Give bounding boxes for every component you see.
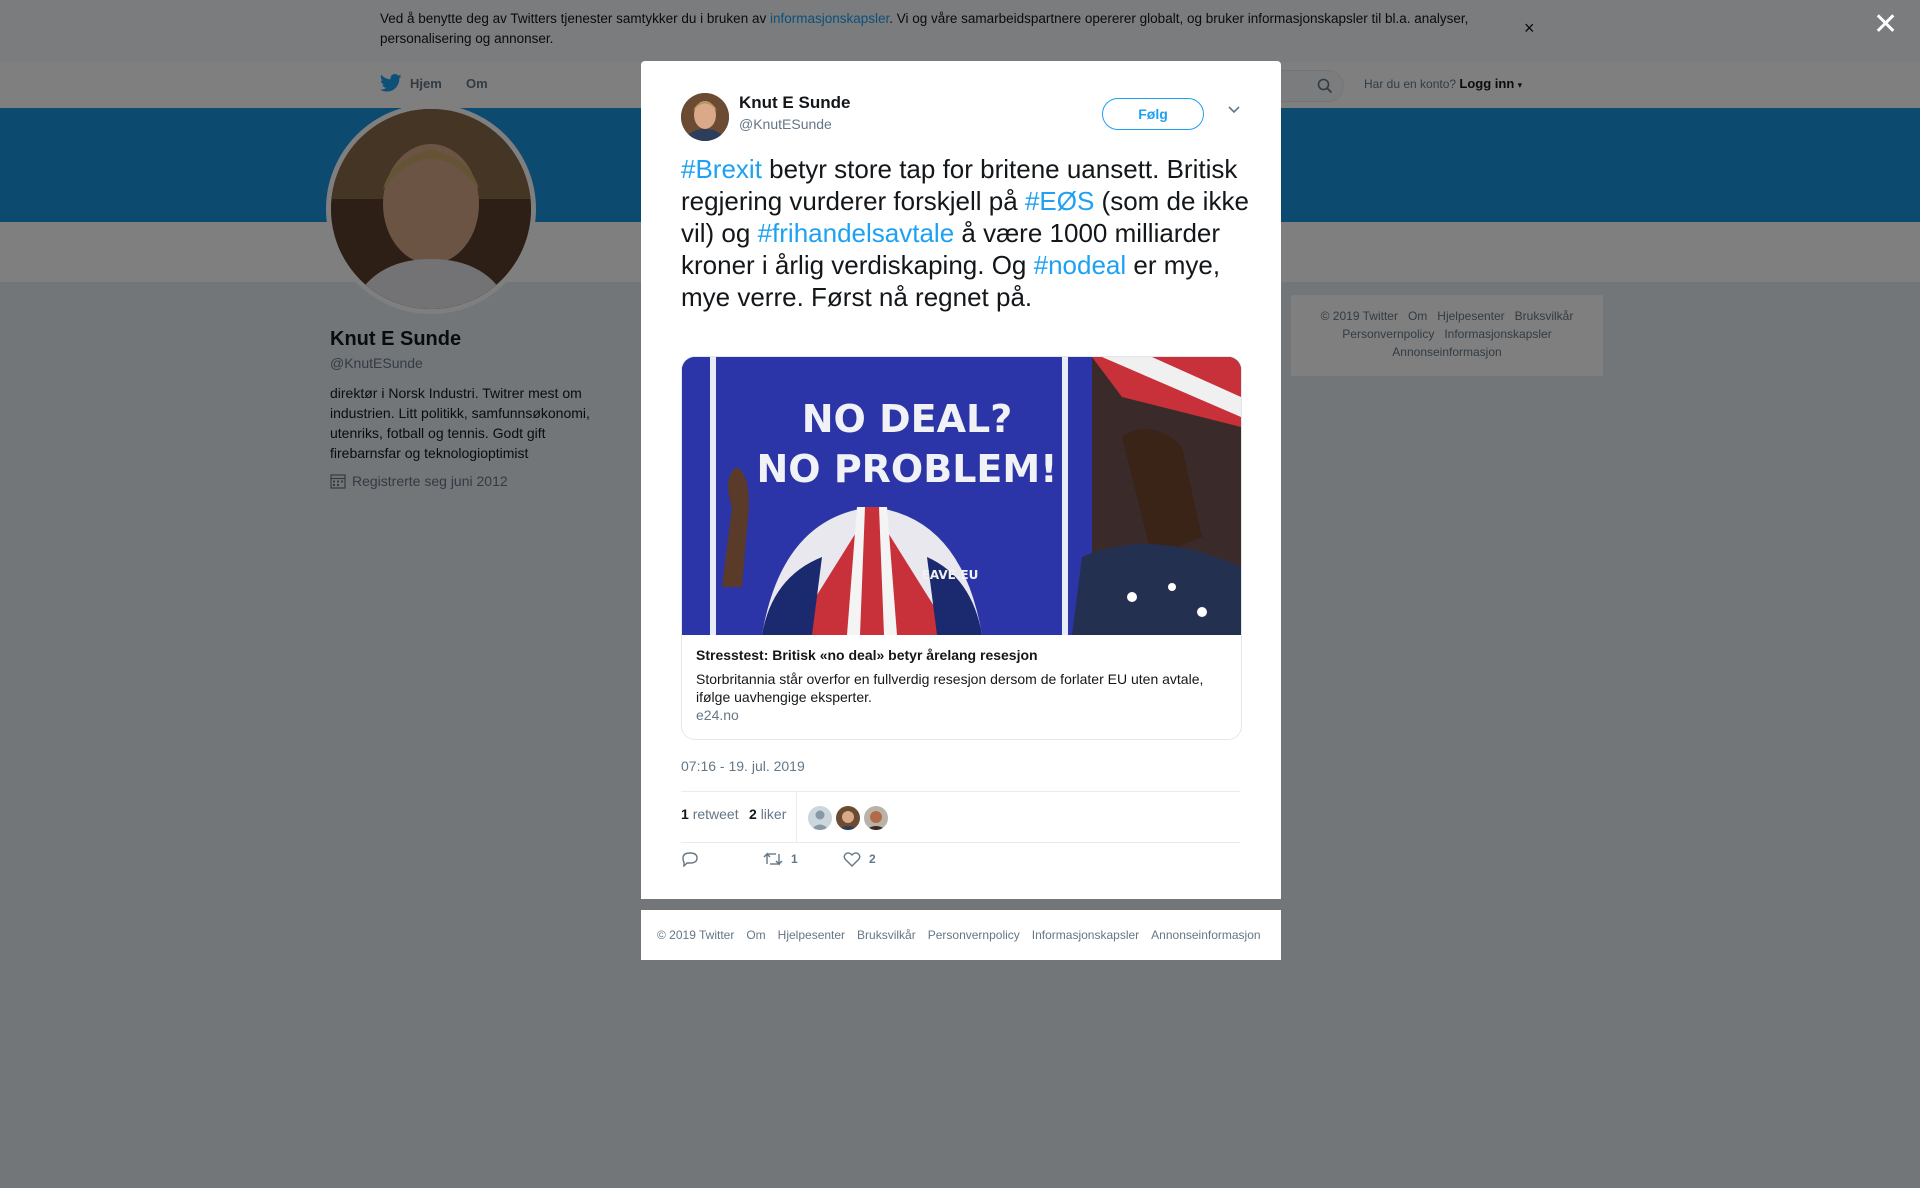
tweet-actions: 1 2 [681, 851, 1240, 881]
tweet-author-name[interactable]: Knut E Sunde [739, 93, 850, 113]
like-button[interactable]: 2 [843, 851, 876, 867]
retweet-count: 1 [681, 806, 689, 822]
retweet-button[interactable]: 1 [763, 851, 798, 867]
tweet-timestamp[interactable]: 07:16 - 19. jul. 2019 [681, 758, 805, 774]
liker-avatar[interactable] [864, 806, 888, 830]
hashtag-link[interactable]: #Brexit [681, 154, 762, 184]
tweet-author-handle[interactable]: @KnutESunde [739, 116, 832, 132]
link-card-domain: e24.no [696, 707, 739, 723]
retweet-stat[interactable]: 1 retweet [681, 806, 739, 822]
link-card[interactable]: NO DEAL? NO PROBLEM! EAVE.EU Stresstest:… [681, 356, 1242, 740]
card-image-footer-text: EAVE.EU [922, 568, 979, 582]
retweet-action-count: 1 [791, 852, 798, 866]
link-card-image: NO DEAL? NO PROBLEM! EAVE.EU [682, 357, 1241, 635]
like-label: liker [760, 806, 787, 822]
modal-footer-link-cookies[interactable]: Informasjonskapsler [1032, 928, 1139, 942]
card-image-text-line1: NO DEAL? [802, 397, 1013, 441]
hashtag-link[interactable]: #nodeal [1034, 250, 1127, 280]
tweet-stats: 1 retweet 2 liker [681, 791, 1240, 843]
modal-footer-copyright: © 2019 Twitter [657, 928, 735, 942]
hashtag-link[interactable]: #frihandelsavtale [758, 218, 955, 248]
modal-footer-link-terms[interactable]: Bruksvilkår [857, 928, 916, 942]
chevron-down-icon[interactable] [1227, 105, 1241, 115]
modal-footer: © 2019 Twitter Om Hjelpesenter Bruksvilk… [641, 910, 1281, 960]
tweet-author-avatar[interactable] [681, 93, 729, 141]
reply-icon [682, 852, 698, 867]
retweet-icon [763, 852, 783, 866]
close-icon[interactable]: ✕ [1873, 10, 1898, 40]
reply-button[interactable] [681, 851, 699, 867]
like-action-count: 2 [869, 852, 876, 866]
tweet-modal: Knut E Sunde @KnutESunde Følg #Brexit be… [641, 61, 1281, 899]
modal-footer-link-about[interactable]: Om [746, 928, 765, 942]
like-count: 2 [749, 806, 757, 822]
hashtag-link[interactable]: #EØS [1025, 186, 1094, 216]
retweet-label: retweet [692, 806, 739, 822]
link-card-title: Stresstest: Britisk «no deal» betyr årel… [696, 647, 1038, 663]
modal-footer-link-help[interactable]: Hjelpesenter [778, 928, 845, 942]
like-stat[interactable]: 2 liker [749, 806, 786, 822]
modal-footer-link-privacy[interactable]: Personvernpolicy [928, 928, 1020, 942]
modal-footer-link-ads[interactable]: Annonseinformasjon [1151, 928, 1260, 942]
heart-icon [843, 852, 861, 867]
stats-divider [796, 792, 797, 842]
follow-button[interactable]: Følg [1102, 98, 1204, 130]
card-image-text-line2: NO PROBLEM! [756, 447, 1057, 491]
liker-avatar[interactable] [808, 806, 832, 830]
tweet-text: #Brexit betyr store tap for britene uans… [681, 153, 1251, 313]
liker-avatar[interactable] [836, 806, 860, 830]
link-card-description: Storbritannia står overfor en fullverdig… [696, 671, 1204, 705]
